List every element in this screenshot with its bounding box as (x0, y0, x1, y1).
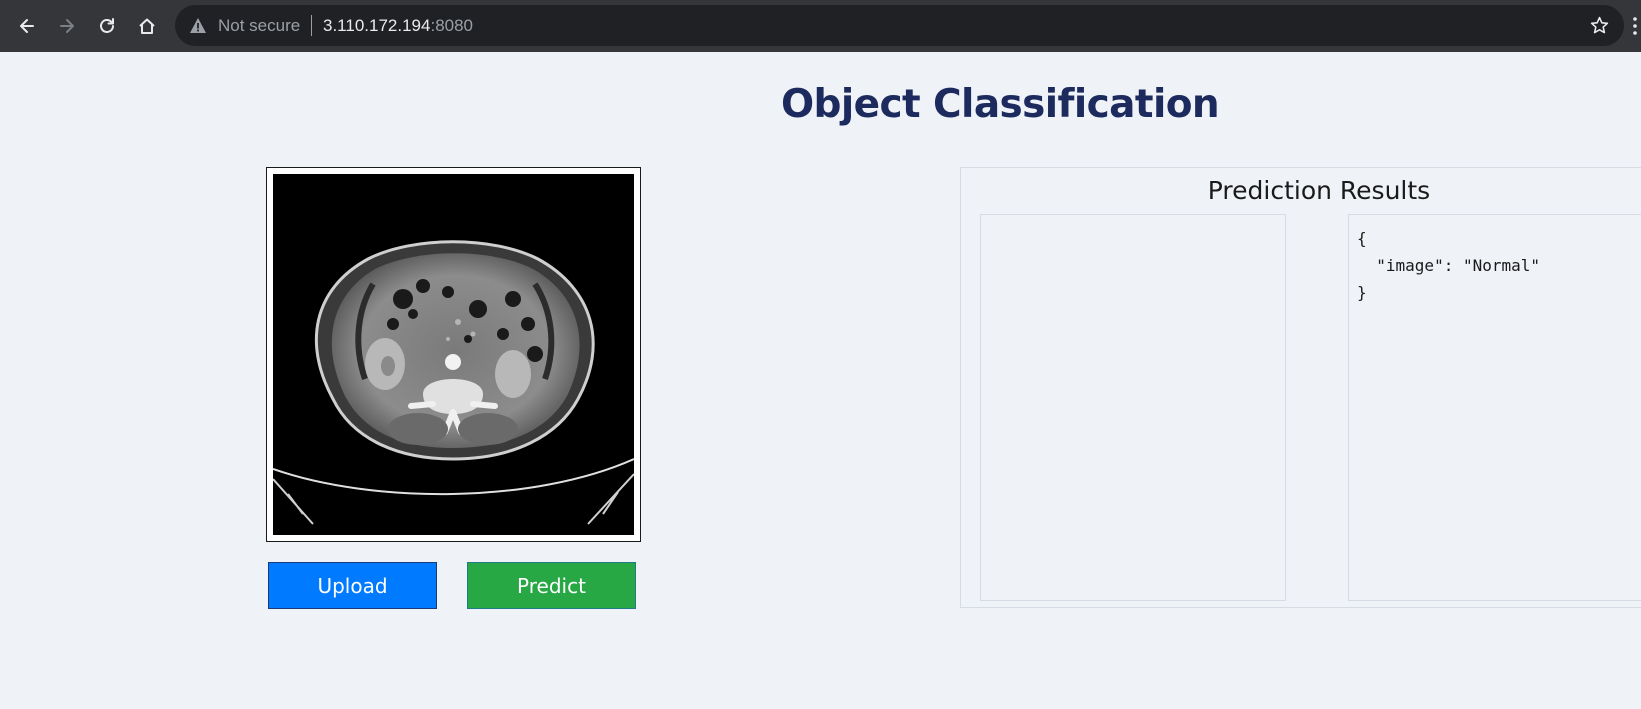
ct-scan-graphic (273, 240, 634, 525)
prediction-results-panel: Prediction Results { "image": "Normal" } (960, 167, 1641, 608)
more-menu-icon[interactable] (1632, 16, 1638, 36)
warning-icon[interactable] (189, 17, 207, 34)
security-status[interactable]: Not secure (218, 16, 300, 36)
page-title-wrapper: Object Classification (781, 82, 1220, 127)
home-button[interactable] (131, 10, 163, 42)
back-button[interactable] (11, 10, 43, 42)
star-icon[interactable] (1589, 15, 1610, 36)
ct-scan-image (273, 174, 634, 535)
prediction-json-output: { "image": "Normal" } (1357, 229, 1541, 302)
forward-button[interactable] (51, 10, 83, 42)
forward-icon (60, 19, 74, 33)
reload-button[interactable] (91, 10, 123, 42)
image-preview (266, 167, 641, 542)
address-bar[interactable]: Not secure 3.110.172.194:8080 (175, 5, 1624, 46)
home-icon (139, 18, 155, 34)
results-heading: Prediction Results (1207, 176, 1431, 205)
url-text[interactable]: 3.110.172.194:8080 (323, 16, 473, 36)
reload-icon (100, 18, 114, 33)
divider (311, 15, 312, 36)
browser-toolbar: Not secure 3.110.172.194:8080 (0, 0, 1641, 52)
back-icon (20, 19, 34, 33)
upload-button[interactable]: Upload (268, 562, 437, 609)
results-json-box: { "image": "Normal" } (1348, 214, 1641, 601)
results-image-box (980, 214, 1286, 601)
predict-button[interactable]: Predict (467, 562, 636, 609)
url-host: 3.110.172.194 (323, 16, 431, 35)
url-port: :8080 (430, 16, 474, 35)
page-title: Object Classification (781, 82, 1220, 127)
